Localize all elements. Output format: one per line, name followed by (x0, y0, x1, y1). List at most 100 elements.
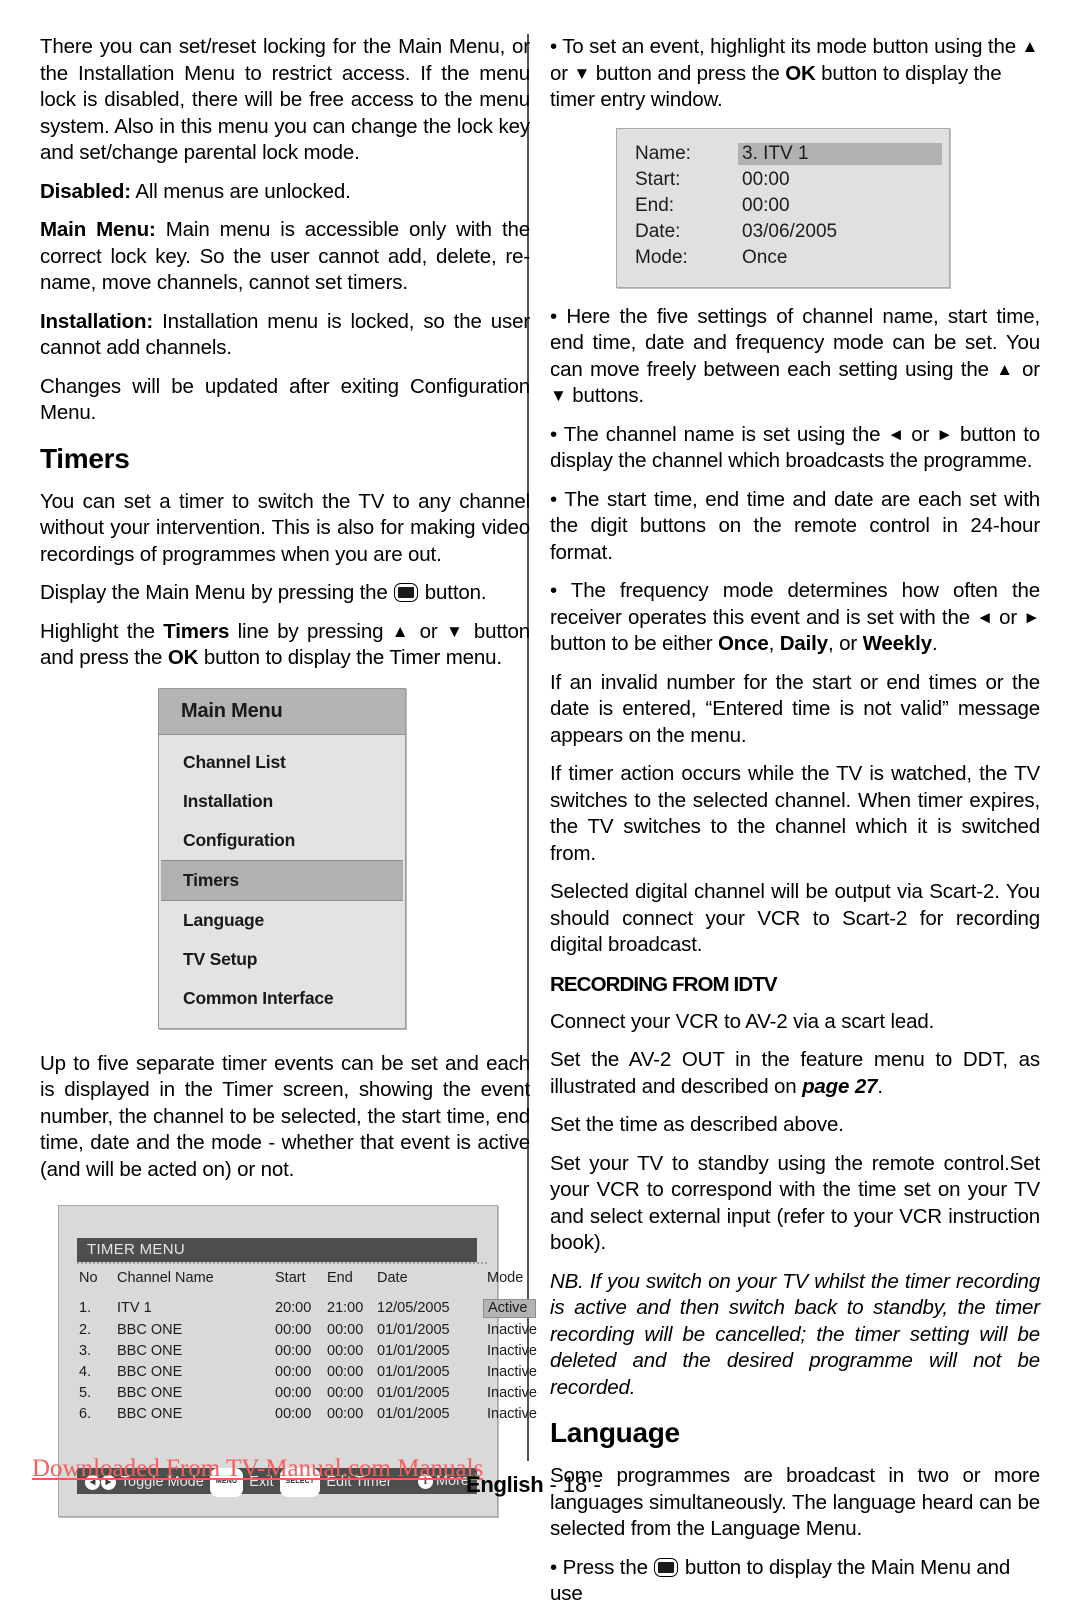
heading-timers: Timers (40, 442, 130, 474)
page-columns: There you can set/reset locking for the … (40, 34, 1040, 1605)
menu-button-icon (394, 583, 419, 602)
page-reference: page 27 (802, 1074, 878, 1098)
paragraph-display-main-menu: Display the Main Menu by pressing the bu… (40, 580, 530, 607)
timer-entry-label-name: Name: (635, 142, 691, 164)
paragraph-connect-vcr: Connect your VCR to AV-2 via a scart lea… (550, 1009, 935, 1033)
menu-button-icon (654, 1557, 679, 1577)
paragraph-channel-name: • The channel name is set using the ◄ or… (550, 422, 1040, 475)
freq-or: , or (827, 632, 863, 655)
paragraph-set-an-event: • To set an event, highlight its mode bu… (550, 34, 1040, 114)
channel-name-text-1: • The channel name is set using the (550, 422, 888, 446)
highlight-timers-word: Timers (163, 619, 230, 643)
right-column: • To set an event, highlight its mode bu… (550, 34, 1040, 1620)
timer-entry-value-mode[interactable]: Once (742, 247, 787, 269)
mode-badge-active[interactable]: Active (483, 1299, 536, 1318)
main-menu-item-common-interface[interactable]: Common Interface (159, 979, 405, 1018)
cell-start: 00:00 (275, 1406, 312, 1422)
main-menu-item-language[interactable]: Language (159, 901, 405, 940)
main-menu-osd-title: Main Menu (159, 688, 405, 735)
main-menu-item-tv-setup[interactable]: TV Setup (159, 940, 405, 979)
cell-end: 00:00 (327, 1364, 364, 1380)
paragraph-highlight-timers: Highlight the Timers line by pressing ▲ … (40, 619, 530, 672)
highlight-text-2: line by pressing (229, 619, 392, 643)
timer-entry-value-name[interactable]: 3. ITV 1 (738, 142, 942, 165)
cell-date: 12/05/2005 (377, 1300, 450, 1316)
cell-no: 2. (79, 1322, 92, 1338)
set-event-ok-word: OK (785, 61, 816, 85)
paragraph-standby: Set your TV to standby using the remote … (550, 1151, 1040, 1255)
five-settings-text-1: • Here the five settings of channel name… (550, 304, 1040, 381)
down-arrow-icon: ▼ (550, 386, 567, 405)
cell-end: 00:00 (327, 1322, 364, 1338)
main-menu-item-channel-list[interactable]: Channel List (159, 743, 405, 782)
table-row[interactable]: 6. BBC ONE 00:00 00:00 01/01/2005 Inacti… (77, 1406, 537, 1427)
timer-entry-row-end[interactable]: End: 00:00 (617, 195, 949, 221)
main-menu-item-timers[interactable]: Timers (161, 859, 403, 901)
timer-entry-value-date[interactable]: 03/06/2005 (742, 221, 837, 243)
cell-no: 4. (79, 1364, 92, 1380)
text-disabled: All menus are unlocked. (130, 179, 351, 203)
set-event-text-1: • To set an event, highlight its mode bu… (550, 35, 1022, 58)
timer-entry-row-mode[interactable]: Mode: Once (617, 247, 949, 273)
press-text-1: • Press the (550, 1555, 654, 1579)
table-row[interactable]: 1. ITV 1 20:00 21:00 12/05/2005 Active (77, 1299, 536, 1322)
cell-date: 01/01/2005 (377, 1322, 450, 1338)
paragraph-start-time: • The start time, end time and date are … (550, 487, 1040, 564)
cell-date: 01/01/2005 (377, 1385, 450, 1401)
paragraph-five-settings: • Here the five settings of channel name… (550, 304, 1040, 410)
table-row[interactable]: 2. BBC ONE 00:00 00:00 01/01/2005 Inacti… (77, 1322, 537, 1343)
display-text-2: button. (419, 581, 487, 604)
paragraph-intro: There you can set/reset locking for the … (40, 35, 530, 164)
left-arrow-icon: ◄ (976, 607, 993, 627)
paragraph-timer-action: If timer action occurs while the TV is w… (550, 762, 1040, 865)
paragraph-changes: Changes will be updated after exiting Co… (40, 374, 530, 425)
column-header-start: Start (275, 1270, 306, 1286)
footer-watermark-link[interactable]: Downloaded From TV-Manual.com Manuals (32, 1455, 483, 1483)
main-menu-item-configuration[interactable]: Configuration (159, 821, 405, 860)
freq-weekly-word: Weekly (862, 632, 933, 655)
paragraph-scart: Selected digital channel will be output … (550, 880, 1040, 956)
freq-text-3: button to be either (550, 632, 718, 655)
down-arrow-icon: ▼ (445, 621, 466, 641)
cell-start: 00:00 (275, 1322, 312, 1338)
timer-menu-osd-title: TIMER MENU (77, 1238, 477, 1262)
cell-end: 00:00 (327, 1343, 364, 1359)
highlight-ok-word: OK (167, 646, 199, 669)
set-event-text-2: or (550, 61, 574, 85)
channel-name-text-2: or (904, 422, 937, 446)
label-main-menu: Main Menu: (40, 218, 156, 241)
table-row[interactable]: 5. BBC ONE 00:00 00:00 01/01/2005 Inacti… (77, 1385, 537, 1406)
cell-channel-name: BBC ONE (117, 1322, 183, 1338)
timer-entry-row-date[interactable]: Date: 03/06/2005 (617, 221, 949, 247)
left-column: There you can set/reset locking for the … (40, 34, 537, 1517)
cell-no: 5. (79, 1385, 92, 1401)
set-av2-text-2: . (877, 1074, 883, 1098)
paragraph-after-main-menu-figure: Up to five separate timer events can be … (40, 1051, 530, 1181)
five-settings-text-3: buttons. (566, 384, 644, 407)
timer-entry-row-name[interactable]: Name: 3. ITV 1 (617, 142, 949, 169)
paragraph-invalid-number: If an invalid number for the start or en… (550, 670, 1040, 747)
up-arrow-icon: ▲ (391, 621, 412, 641)
column-header-end: End (327, 1270, 353, 1286)
right-arrow-icon: ► (1023, 607, 1040, 627)
label-disabled: Disabled: (40, 179, 131, 203)
timer-entry-value-end[interactable]: 00:00 (742, 195, 790, 217)
right-arrow-icon: ► (936, 424, 953, 444)
timer-entry-label-start: Start: (635, 168, 681, 190)
timer-menu-column-headers: No Channel Name Start End Date Mode (77, 1270, 523, 1300)
freq-comma: , (768, 632, 780, 655)
paragraph-frequency-mode: • The frequency mode determines how ofte… (550, 578, 1040, 658)
up-arrow-icon: ▲ (1021, 37, 1039, 56)
timer-entry-osd-figure: Name: 3. ITV 1 Start: 00:00 End: 00:00 D… (616, 127, 950, 288)
table-row[interactable]: 3. BBC ONE 00:00 00:00 01/01/2005 Inacti… (77, 1343, 537, 1364)
table-row[interactable]: 4. BBC ONE 00:00 00:00 01/01/2005 Inacti… (77, 1364, 537, 1385)
main-menu-item-installation[interactable]: Installation (159, 782, 405, 821)
cell-end: 00:00 (327, 1406, 364, 1422)
column-header-no: No (79, 1270, 98, 1286)
timer-entry-value-start[interactable]: 00:00 (742, 169, 790, 191)
timer-entry-row-start[interactable]: Start: 00:00 (617, 169, 949, 195)
up-arrow-icon: ▲ (996, 359, 1015, 379)
freq-text-1: • The frequency mode determines how ofte… (550, 579, 1040, 629)
cell-channel-name: BBC ONE (117, 1385, 183, 1401)
label-installation: Installation: (40, 309, 154, 333)
